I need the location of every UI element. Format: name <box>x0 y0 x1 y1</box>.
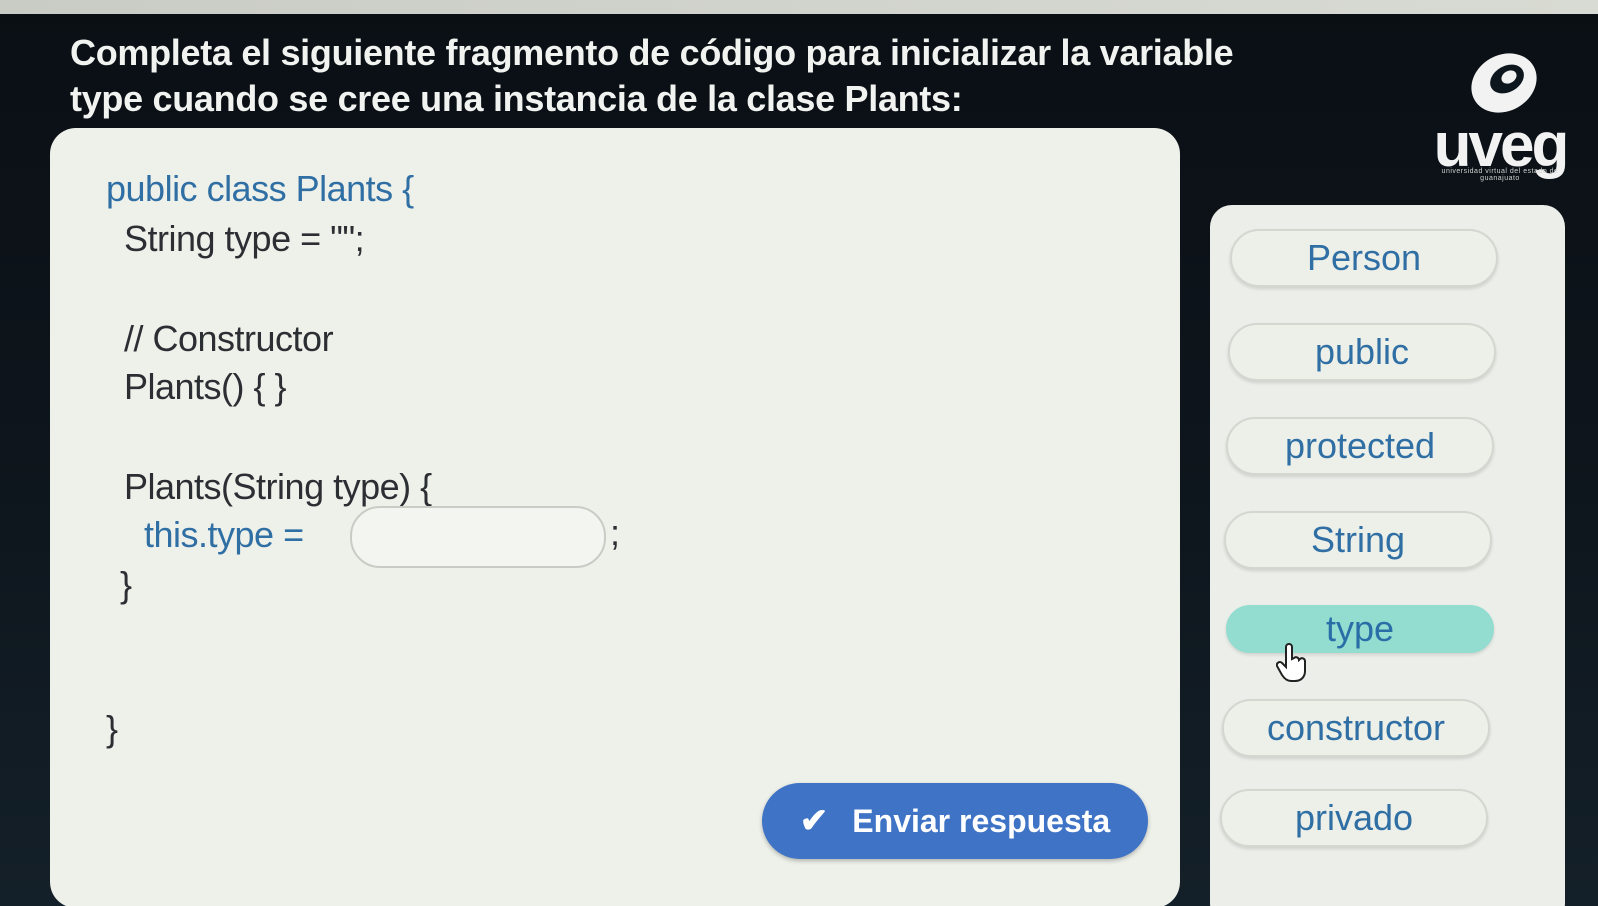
option-label: privado <box>1294 797 1414 838</box>
option-public[interactable]: public <box>1228 323 1496 381</box>
question-text: Completa el siguiente fragmento de códig… <box>70 30 1250 122</box>
window-top-strip <box>0 0 1598 14</box>
code-line-constructor: Plants(String type) { <box>124 466 432 507</box>
submit-answer-button[interactable]: ✔ Enviar respuesta <box>762 783 1148 859</box>
check-icon: ✔ <box>799 802 829 840</box>
option-privado[interactable]: privado <box>1220 789 1488 847</box>
code-line-class: public class Plants { <box>106 168 414 209</box>
code-semicolon: ; <box>610 512 621 553</box>
hand-pointer-icon <box>1276 643 1306 682</box>
option-constructor[interactable]: constructor <box>1222 699 1490 757</box>
option-label: public <box>1314 331 1410 372</box>
option-label: type <box>1325 608 1395 649</box>
uveg-logo: uveg universidad virtual del estado de g… <box>1425 44 1575 194</box>
code-line-assignment: this.type = <box>144 514 304 555</box>
option-label: protected <box>1284 425 1436 466</box>
option-person[interactable]: Person <box>1230 229 1498 287</box>
option-label: Person <box>1306 237 1422 278</box>
code-line-close-class: } <box>106 708 118 749</box>
option-protected[interactable]: protected <box>1226 417 1494 475</box>
option-label: constructor <box>1266 707 1446 748</box>
option-type[interactable]: type <box>1226 605 1494 653</box>
logo-subtext: universidad virtual del estado de guanaj… <box>1441 168 1559 182</box>
code-panel: public class Plants { String type = ""; … <box>50 128 1180 906</box>
option-string[interactable]: String <box>1224 511 1492 569</box>
option-label: String <box>1310 519 1406 560</box>
question-line-1: Completa el siguiente fragmento de códig… <box>70 32 1234 73</box>
options-panel: Person public protected String type cons… <box>1210 205 1565 906</box>
question-line-2: type cuando se cree una instancia de la … <box>70 78 963 119</box>
code-line-comment: // Constructor <box>124 318 334 359</box>
code-line-close-constructor: } <box>120 564 132 605</box>
answer-drop-slot[interactable] <box>350 506 606 568</box>
code-line-default-constructor: Plants() { } <box>124 366 287 407</box>
submit-answer-label: Enviar respuesta <box>852 802 1111 839</box>
code-line-field: String type = ""; <box>124 218 365 259</box>
screen: Completa el siguiente fragmento de códig… <box>0 0 1598 906</box>
